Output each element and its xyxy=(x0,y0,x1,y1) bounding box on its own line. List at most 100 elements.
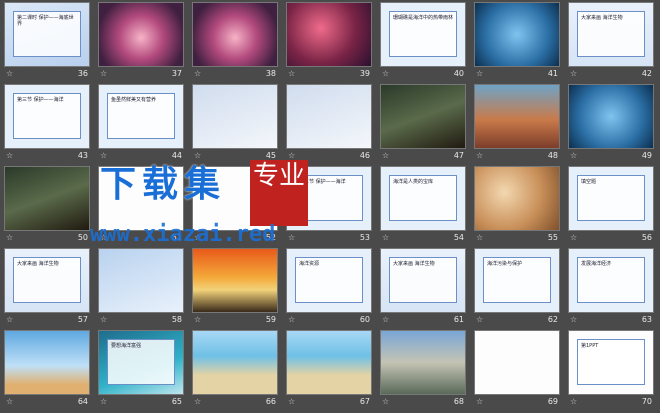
star-icon[interactable]: ☆ xyxy=(194,68,201,80)
slide-thumbnail[interactable] xyxy=(380,84,466,149)
slide-thumbnail-cell[interactable]: ☆ 47 xyxy=(376,82,470,164)
slide-thumbnail[interactable] xyxy=(568,84,654,149)
star-icon[interactable]: ☆ xyxy=(100,232,107,244)
star-icon[interactable]: ☆ xyxy=(570,314,577,326)
star-icon[interactable]: ☆ xyxy=(476,314,483,326)
star-icon[interactable]: ☆ xyxy=(476,396,483,408)
slide-thumbnail[interactable] xyxy=(192,248,278,313)
slide-thumbnail[interactable]: 珊瑚礁是海洋中的热带雨林 xyxy=(380,2,466,67)
star-icon[interactable]: ☆ xyxy=(476,232,483,244)
slide-thumbnail[interactable]: 发展海洋经济 xyxy=(568,248,654,313)
slide-thumbnail[interactable] xyxy=(286,84,372,149)
slide-thumbnail[interactable] xyxy=(98,248,184,313)
slide-thumbnail[interactable] xyxy=(380,330,466,395)
slide-thumbnail[interactable] xyxy=(98,2,184,67)
star-icon[interactable]: ☆ xyxy=(100,68,107,80)
star-icon[interactable]: ☆ xyxy=(6,232,13,244)
slide-thumbnail[interactable] xyxy=(4,166,90,231)
slide-thumbnail[interactable] xyxy=(474,84,560,149)
slide-thumbnail-cell[interactable]: ☆ 39 xyxy=(282,0,376,82)
star-icon[interactable]: ☆ xyxy=(6,396,13,408)
slide-thumbnail[interactable] xyxy=(286,330,372,395)
star-icon[interactable]: ☆ xyxy=(382,68,389,80)
slide-thumbnail[interactable] xyxy=(192,2,278,67)
slide-thumbnail[interactable]: 海洋资源 xyxy=(286,248,372,313)
slide-thumbnail-cell[interactable]: 珊瑚礁是海洋中的热带雨林 ☆ 40 xyxy=(376,0,470,82)
slide-thumbnail-cell[interactable]: ☆ 41 xyxy=(470,0,564,82)
slide-thumbnail[interactable]: 大家来画 海洋生物 xyxy=(568,2,654,67)
slide-thumbnail[interactable]: 第二课时 保护——海底世界 xyxy=(4,2,90,67)
slide-thumbnail[interactable] xyxy=(98,166,184,231)
slide-thumbnail-cell[interactable]: ☆ 64 xyxy=(0,328,94,410)
slide-thumbnail-cell[interactable]: 大家来画 海洋生物 ☆ 57 xyxy=(0,246,94,328)
slide-thumbnail-cell[interactable]: 第二课时 保护——海底世界 ☆ 36 xyxy=(0,0,94,82)
star-icon[interactable]: ☆ xyxy=(382,232,389,244)
star-icon[interactable]: ☆ xyxy=(382,314,389,326)
slide-thumbnail-cell[interactable]: 大家来画 海洋生物 ☆ 61 xyxy=(376,246,470,328)
slide-thumbnail-cell[interactable]: 第1PPT ☆ 70 xyxy=(564,328,658,410)
slide-thumbnail-cell[interactable]: ☆ 58 xyxy=(94,246,188,328)
slide-thumbnail-cell[interactable]: ☆ 67 xyxy=(282,328,376,410)
slide-thumbnail[interactable]: 鱼虽然鲜美又有营养 xyxy=(98,84,184,149)
star-icon[interactable]: ☆ xyxy=(288,68,295,80)
slide-thumbnail[interactable] xyxy=(4,330,90,395)
star-icon[interactable]: ☆ xyxy=(100,396,107,408)
slide-thumbnail[interactable]: 第三节 保护——海洋 xyxy=(286,166,372,231)
star-icon[interactable]: ☆ xyxy=(100,150,107,162)
slide-thumbnail[interactable]: 海洋是人类的宝库 xyxy=(380,166,466,231)
star-icon[interactable]: ☆ xyxy=(100,314,107,326)
star-icon[interactable]: ☆ xyxy=(570,68,577,80)
slide-thumbnail[interactable] xyxy=(286,2,372,67)
slide-thumbnail[interactable]: 填空题 xyxy=(568,166,654,231)
star-icon[interactable]: ☆ xyxy=(570,150,577,162)
slide-thumbnail-cell[interactable]: ☆ 68 xyxy=(376,328,470,410)
star-icon[interactable]: ☆ xyxy=(476,68,483,80)
slide-thumbnail[interactable]: 第三节 保护——海洋 xyxy=(4,84,90,149)
star-icon[interactable]: ☆ xyxy=(382,396,389,408)
star-icon[interactable]: ☆ xyxy=(476,150,483,162)
slide-thumbnail-cell[interactable]: 要想海洋富强 ☆ 65 xyxy=(94,328,188,410)
slide-thumbnail-cell[interactable]: 海洋资源 ☆ 60 xyxy=(282,246,376,328)
star-icon[interactable]: ☆ xyxy=(6,314,13,326)
star-icon[interactable]: ☆ xyxy=(288,150,295,162)
slide-thumbnail-cell[interactable]: 填空题 ☆ 56 xyxy=(564,164,658,246)
star-icon[interactable]: ☆ xyxy=(194,150,201,162)
slide-thumbnail-cell[interactable]: ☆ 48 xyxy=(470,82,564,164)
slide-thumbnail[interactable] xyxy=(192,166,278,231)
star-icon[interactable]: ☆ xyxy=(6,68,13,80)
slide-thumbnail-cell[interactable]: ☆ 55 xyxy=(470,164,564,246)
slide-thumbnail-cell[interactable]: 第三节 保护——海洋 ☆ 53 xyxy=(282,164,376,246)
star-icon[interactable]: ☆ xyxy=(570,232,577,244)
star-icon[interactable]: ☆ xyxy=(6,150,13,162)
slide-thumbnail-cell[interactable]: 第三节 保护——海洋 ☆ 43 xyxy=(0,82,94,164)
star-icon[interactable]: ☆ xyxy=(194,314,201,326)
star-icon[interactable]: ☆ xyxy=(382,150,389,162)
slide-thumbnail-cell[interactable]: ☆ 51 xyxy=(94,164,188,246)
slide-thumbnail[interactable]: 大家来画 海洋生物 xyxy=(4,248,90,313)
slide-thumbnail[interactable]: 海洋污染与保护 xyxy=(474,248,560,313)
slide-thumbnail[interactable] xyxy=(474,2,560,67)
slide-thumbnail[interactable]: 大家来画 海洋生物 xyxy=(380,248,466,313)
star-icon[interactable]: ☆ xyxy=(194,232,201,244)
slide-thumbnail[interactable] xyxy=(192,84,278,149)
star-icon[interactable]: ☆ xyxy=(194,396,201,408)
slide-thumbnail-cell[interactable]: ☆ 69 xyxy=(470,328,564,410)
slide-thumbnail-cell[interactable]: ☆ 46 xyxy=(282,82,376,164)
slide-thumbnail-cell[interactable]: ☆ 52 xyxy=(188,164,282,246)
slide-thumbnail-cell[interactable]: ☆ 49 xyxy=(564,82,658,164)
slide-thumbnail-cell[interactable]: 发展海洋经济 ☆ 63 xyxy=(564,246,658,328)
slide-thumbnail-cell[interactable]: ☆ 66 xyxy=(188,328,282,410)
slide-thumbnail[interactable] xyxy=(192,330,278,395)
slide-thumbnail-cell[interactable]: ☆ 45 xyxy=(188,82,282,164)
star-icon[interactable]: ☆ xyxy=(288,314,295,326)
slide-thumbnail[interactable]: 要想海洋富强 xyxy=(98,330,184,395)
slide-thumbnail-cell[interactable]: 海洋是人类的宝库 ☆ 54 xyxy=(376,164,470,246)
slide-thumbnail-cell[interactable]: ☆ 50 xyxy=(0,164,94,246)
star-icon[interactable]: ☆ xyxy=(288,396,295,408)
slide-thumbnail-cell[interactable]: 海洋污染与保护 ☆ 62 xyxy=(470,246,564,328)
slide-thumbnail-cell[interactable]: ☆ 37 xyxy=(94,0,188,82)
star-icon[interactable]: ☆ xyxy=(570,396,577,408)
slide-thumbnail[interactable] xyxy=(474,166,560,231)
star-icon[interactable]: ☆ xyxy=(288,232,295,244)
slide-thumbnail-cell[interactable]: 大家来画 海洋生物 ☆ 42 xyxy=(564,0,658,82)
